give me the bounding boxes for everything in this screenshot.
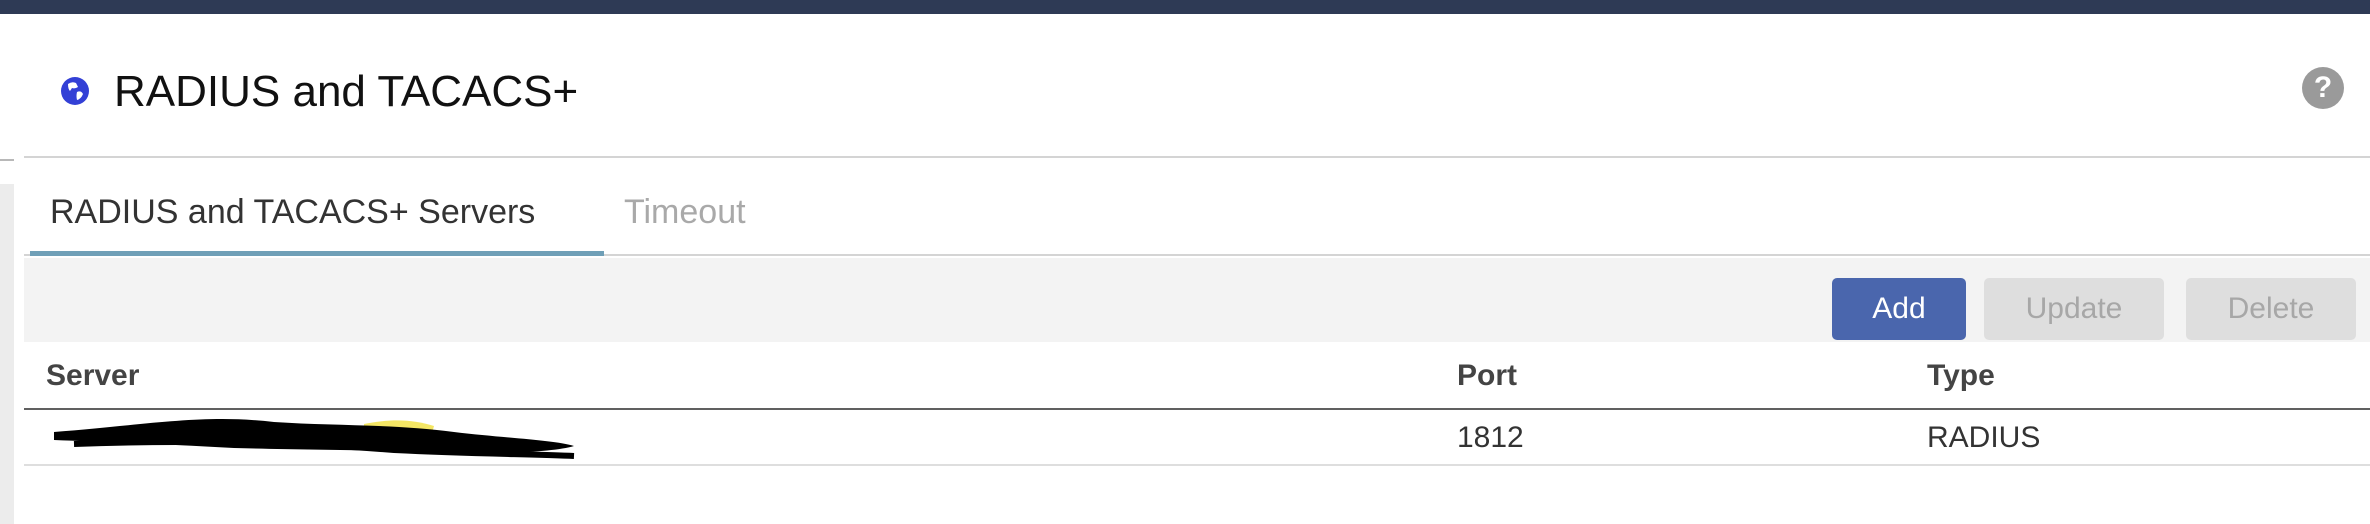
- help-icon[interactable]: ?: [2302, 67, 2344, 109]
- table-header: Server Port Type: [24, 344, 2370, 410]
- cell-type: RADIUS: [1927, 421, 2041, 454]
- radius-tacacs-panel: RADIUS and TACACS+ ? RADIUS and TACACS+ …: [24, 14, 2370, 510]
- panel-header: RADIUS and TACACS+ ?: [24, 14, 2370, 158]
- redaction-mark: [54, 419, 575, 459]
- column-header-port[interactable]: Port: [1457, 344, 1517, 408]
- tab-label: RADIUS and TACACS+ Servers: [50, 193, 536, 231]
- tab-bar: RADIUS and TACACS+ Servers Timeout: [24, 158, 2370, 256]
- gutter-tick: [0, 159, 14, 161]
- table-row[interactable]: 1812 RADIUS: [24, 410, 2370, 466]
- table-toolbar: Add Update Delete: [24, 258, 2370, 342]
- column-header-server[interactable]: Server: [46, 344, 139, 408]
- cell-port: 1812: [1457, 421, 1524, 454]
- delete-button[interactable]: Delete: [2186, 278, 2356, 340]
- top-app-bar: [0, 0, 2370, 14]
- tab-radius-tacacs-servers[interactable]: RADIUS and TACACS+ Servers: [30, 158, 604, 256]
- left-scrollbar[interactable]: [0, 184, 14, 524]
- servers-table: Server Port Type 1812 RADIUS: [24, 344, 2370, 466]
- tab-label: Timeout: [624, 193, 746, 231]
- update-button[interactable]: Update: [1984, 278, 2164, 340]
- left-gutter: [0, 14, 31, 524]
- active-tab-indicator: [30, 251, 604, 256]
- add-button[interactable]: Add: [1832, 278, 1966, 340]
- column-header-type[interactable]: Type: [1927, 344, 1995, 408]
- tab-timeout[interactable]: Timeout: [624, 158, 746, 254]
- page-title: RADIUS and TACACS+: [114, 67, 579, 116]
- globe-icon: [61, 77, 89, 105]
